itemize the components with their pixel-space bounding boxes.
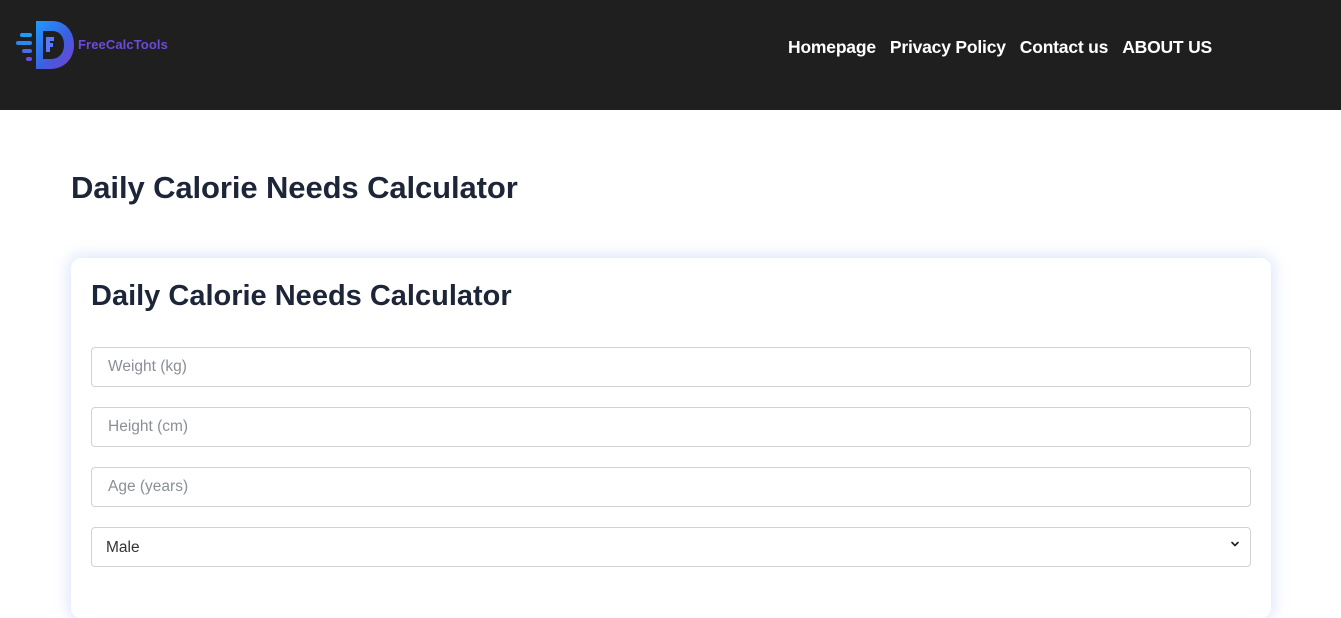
- calculator-card: Daily Calorie Needs Calculator Male: [71, 258, 1271, 618]
- card-title: Daily Calorie Needs Calculator: [91, 280, 512, 312]
- main-nav: Homepage Privacy Policy Contact us ABOUT…: [788, 36, 1226, 58]
- logo-text: FreeCalcTools: [78, 37, 168, 52]
- nav-contact-us[interactable]: Contact us: [1020, 36, 1109, 58]
- weight-input[interactable]: [91, 347, 1251, 387]
- site-logo[interactable]: FreeCalcTools: [16, 18, 186, 72]
- gender-select-wrapper: Male: [91, 527, 1251, 567]
- logo-icon: [16, 21, 74, 69]
- nav-about-us[interactable]: ABOUT US: [1122, 36, 1212, 58]
- height-input[interactable]: [91, 407, 1251, 447]
- nav-homepage[interactable]: Homepage: [788, 36, 876, 58]
- site-header: FreeCalcTools Homepage Privacy Policy Co…: [0, 0, 1341, 110]
- gender-select[interactable]: Male: [91, 527, 1251, 567]
- page-title: Daily Calorie Needs Calculator: [71, 170, 518, 205]
- nav-privacy-policy[interactable]: Privacy Policy: [890, 36, 1006, 58]
- age-input[interactable]: [91, 467, 1251, 507]
